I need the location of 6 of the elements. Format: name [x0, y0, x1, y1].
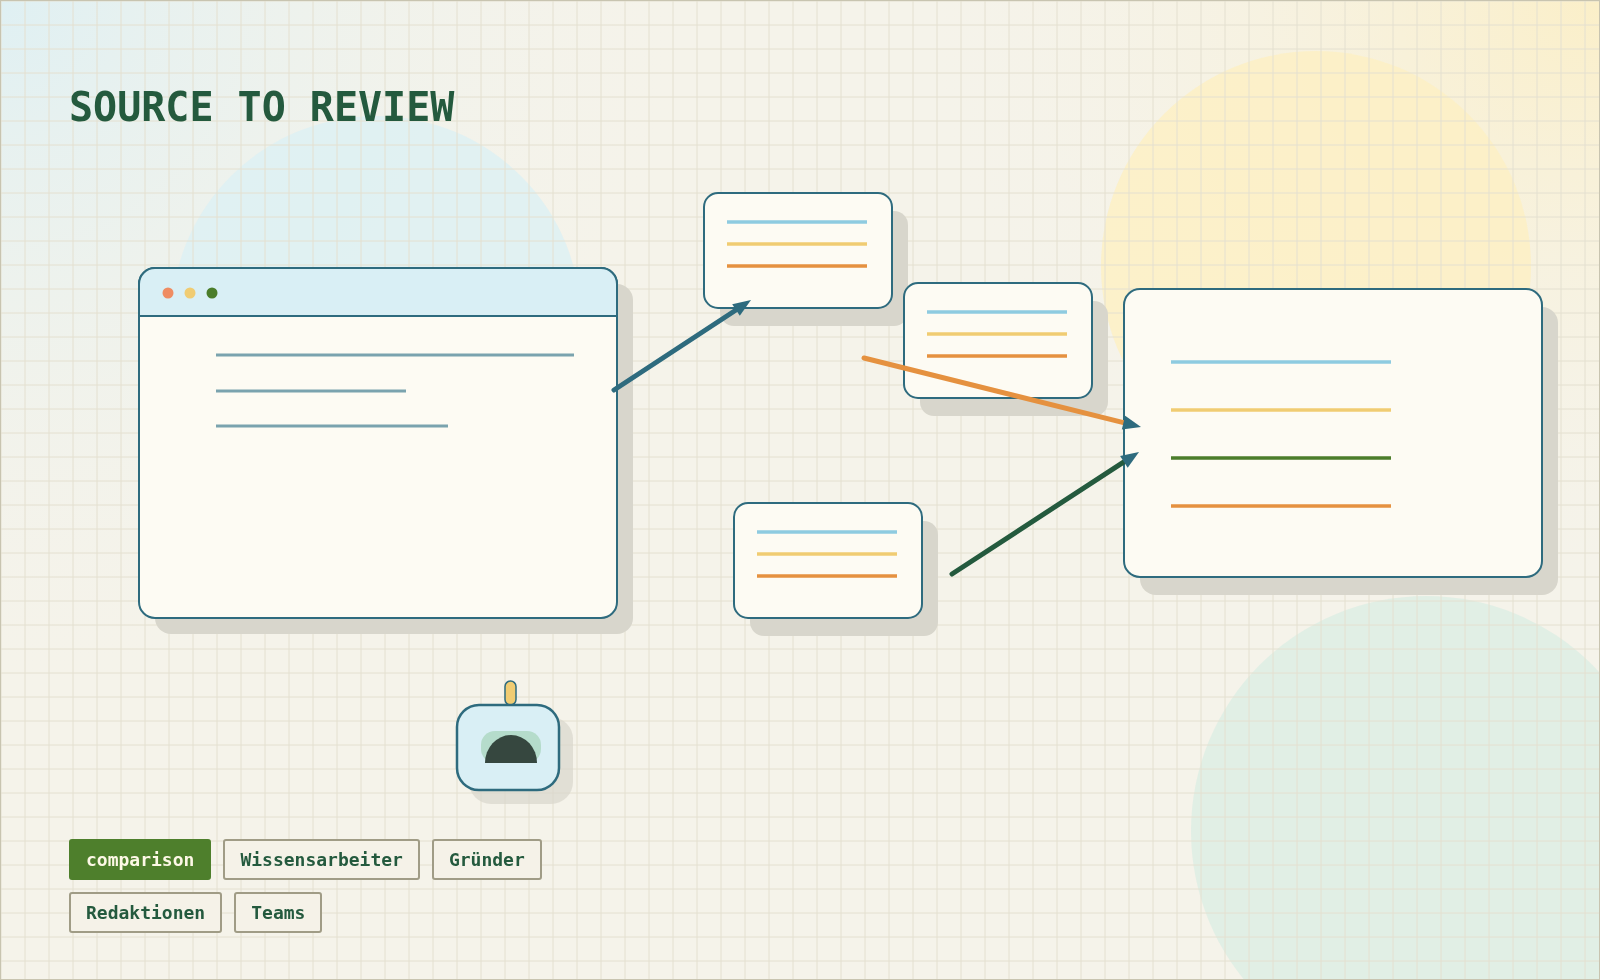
tag[interactable]: comparison	[69, 839, 212, 880]
page-title: SOURCE TO REVIEW	[69, 83, 455, 131]
tag[interactable]: Redaktionen	[69, 892, 223, 933]
tag[interactable]: Teams	[234, 892, 323, 933]
tag[interactable]: Wissensarbeiter	[223, 839, 420, 880]
tag[interactable]: Gründer	[431, 839, 542, 880]
